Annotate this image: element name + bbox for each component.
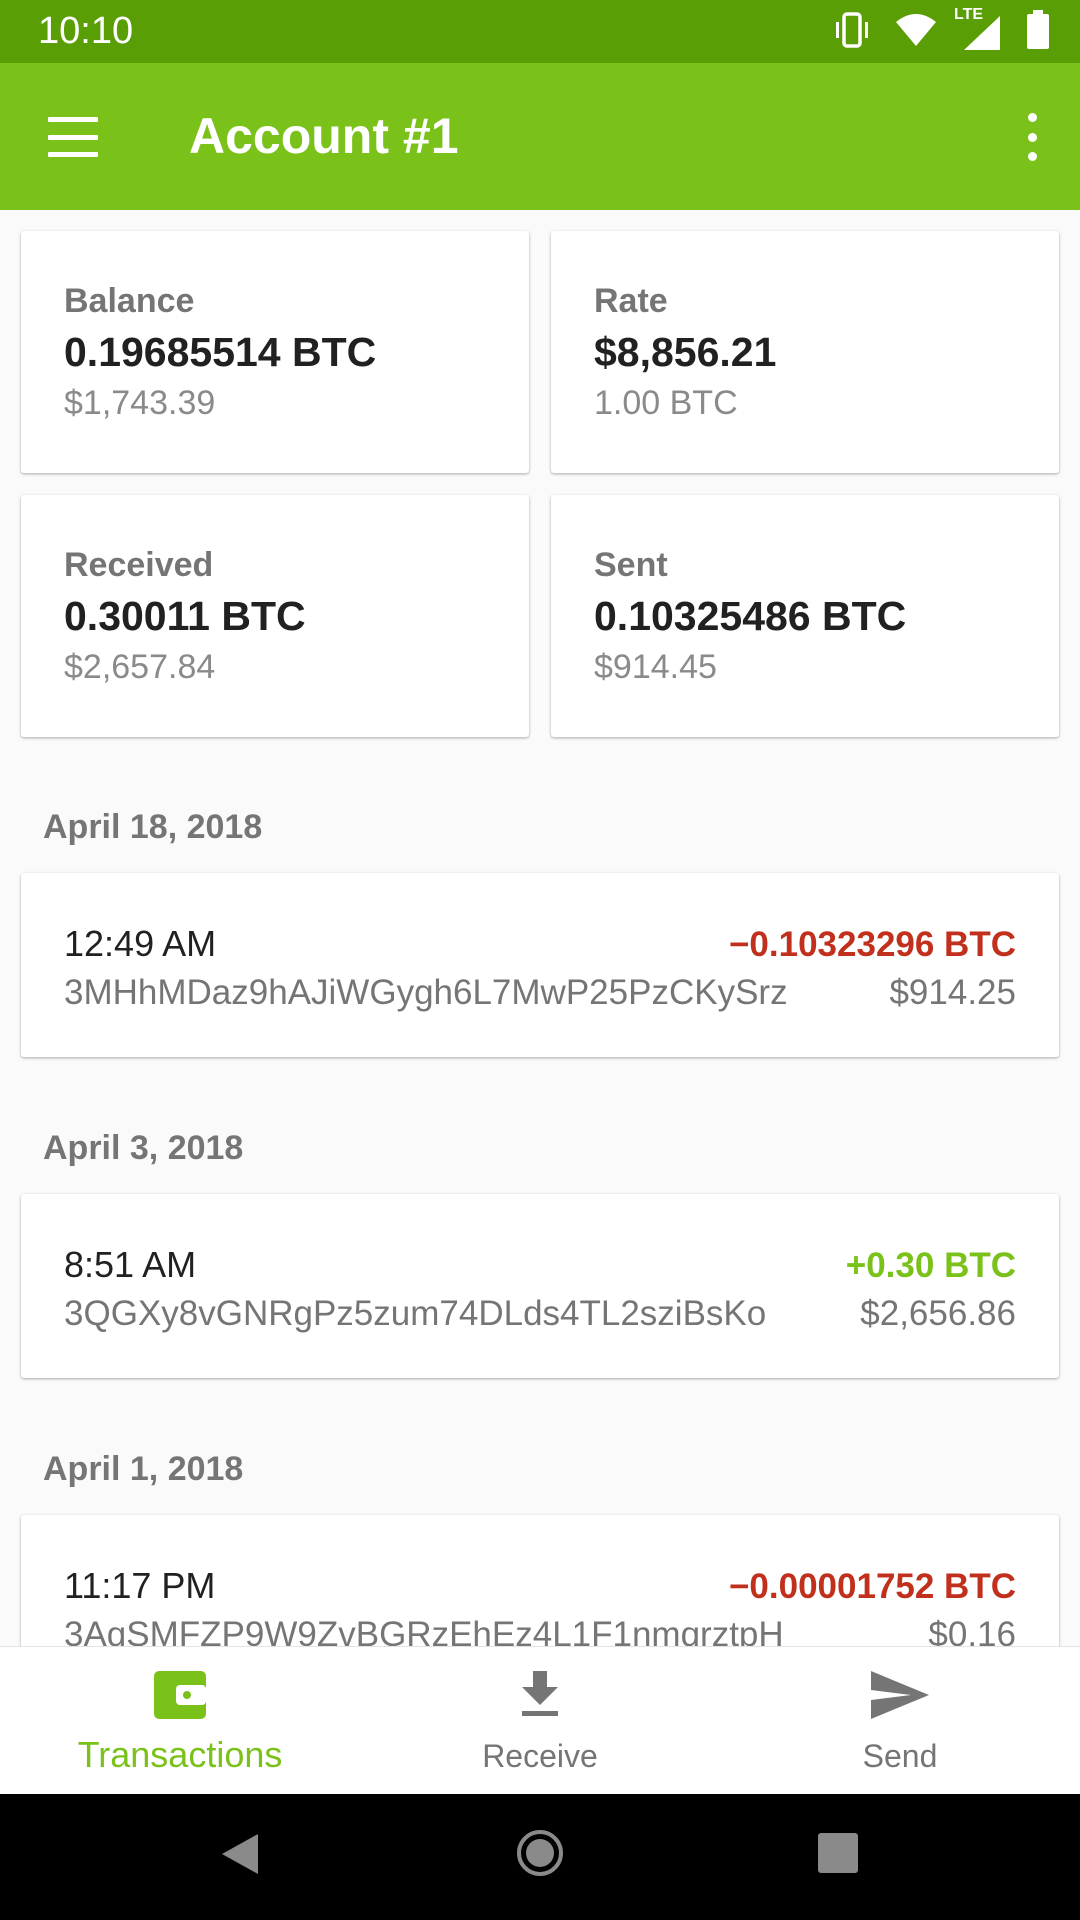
- transaction-amount: +0.30 BTC: [845, 1246, 1016, 1285]
- transaction-item[interactable]: 12:49 AM −0.10323296 BTC 3MHhMDaz9hAJiWG…: [21, 873, 1059, 1057]
- transaction-time: 11:17 PM: [64, 1565, 216, 1606]
- date-header: April 3, 2018: [43, 1129, 244, 1167]
- status-time: 10:10: [38, 10, 134, 52]
- home-icon[interactable]: [515, 1828, 565, 1883]
- transaction-address: 3QGXy8vGNRgPz5zum74DLds4TL2sziBsKo: [64, 1294, 767, 1333]
- back-icon[interactable]: [220, 1832, 260, 1881]
- nav-send[interactable]: Send: [720, 1647, 1080, 1794]
- sent-label: Sent: [594, 546, 668, 584]
- status-bar: 10:10 LTE: [0, 0, 1080, 63]
- nav-receive-label: Receive: [482, 1738, 598, 1774]
- nav-send-label: Send: [862, 1738, 938, 1774]
- received-value: 0.30011 BTC: [64, 593, 306, 639]
- page-title: Account #1: [189, 108, 459, 164]
- received-card: Received 0.30011 BTC $2,657.84: [21, 495, 529, 737]
- nav-transactions[interactable]: Transactions: [0, 1647, 360, 1794]
- battery-icon: [1026, 9, 1050, 55]
- transaction-item[interactable]: 8:51 AM +0.30 BTC 3QGXy8vGNRgPz5zum74DLd…: [21, 1194, 1059, 1378]
- status-icons: LTE: [832, 6, 1050, 55]
- app-bar: Account #1: [0, 63, 1080, 210]
- date-header: April 18, 2018: [43, 808, 263, 846]
- transaction-fiat: $914.25: [889, 973, 1016, 1012]
- lte-label: LTE: [954, 6, 984, 23]
- download-icon: [518, 1671, 562, 1724]
- received-fiat: $2,657.84: [64, 648, 216, 686]
- rate-unit: 1.00 BTC: [594, 384, 738, 422]
- transaction-fiat: $2,656.86: [860, 1294, 1016, 1333]
- wallet-icon: [154, 1671, 206, 1724]
- bottom-navigation: Transactions Receive Send: [0, 1646, 1080, 1794]
- vibrate-icon: [832, 10, 872, 55]
- sent-fiat: $914.45: [594, 648, 717, 686]
- recents-icon[interactable]: [817, 1832, 859, 1879]
- transaction-amount: −0.10323296 BTC: [728, 925, 1016, 964]
- transaction-item[interactable]: 11:17 PM −0.00001752 BTC 3AqSMFZP9W9ZvBG…: [21, 1515, 1059, 1646]
- send-icon: [871, 1671, 929, 1724]
- transaction-address: 3AqSMFZP9W9ZvBGRzEhEz4L1F1nmqrztpH: [64, 1615, 784, 1646]
- nav-transactions-label: Transactions: [77, 1734, 283, 1775]
- received-label: Received: [64, 546, 214, 584]
- sent-value: 0.10325486 BTC: [594, 593, 907, 639]
- system-navigation-bar: [0, 1794, 1080, 1920]
- balance-label: Balance: [64, 282, 195, 320]
- rate-label: Rate: [594, 282, 668, 320]
- balance-fiat: $1,743.39: [64, 384, 216, 422]
- sent-card: Sent 0.10325486 BTC $914.45: [551, 495, 1059, 737]
- transaction-amount: −0.00001752 BTC: [728, 1567, 1016, 1606]
- menu-icon[interactable]: [40, 111, 106, 163]
- date-header: April 1, 2018: [43, 1450, 244, 1488]
- more-vert-icon[interactable]: [1012, 109, 1052, 165]
- rate-card: Rate $8,856.21 1.00 BTC: [551, 231, 1059, 473]
- balance-value: 0.19685514 BTC: [64, 329, 377, 375]
- content-scroll[interactable]: Balance 0.19685514 BTC $1,743.39 Rate $8…: [0, 210, 1080, 1646]
- lte-signal-icon: LTE: [954, 6, 1004, 52]
- nav-receive[interactable]: Receive: [360, 1647, 720, 1794]
- transaction-address: 3MHhMDaz9hAJiWGygh6L7MwP25PzCKySrz: [64, 973, 788, 1012]
- rate-value: $8,856.21: [594, 329, 777, 375]
- transaction-fiat: $0.16: [928, 1615, 1016, 1646]
- wifi-icon: [894, 12, 938, 53]
- balance-card: Balance 0.19685514 BTC $1,743.39: [21, 231, 529, 473]
- transaction-time: 12:49 AM: [64, 923, 217, 964]
- transaction-time: 8:51 AM: [64, 1244, 197, 1285]
